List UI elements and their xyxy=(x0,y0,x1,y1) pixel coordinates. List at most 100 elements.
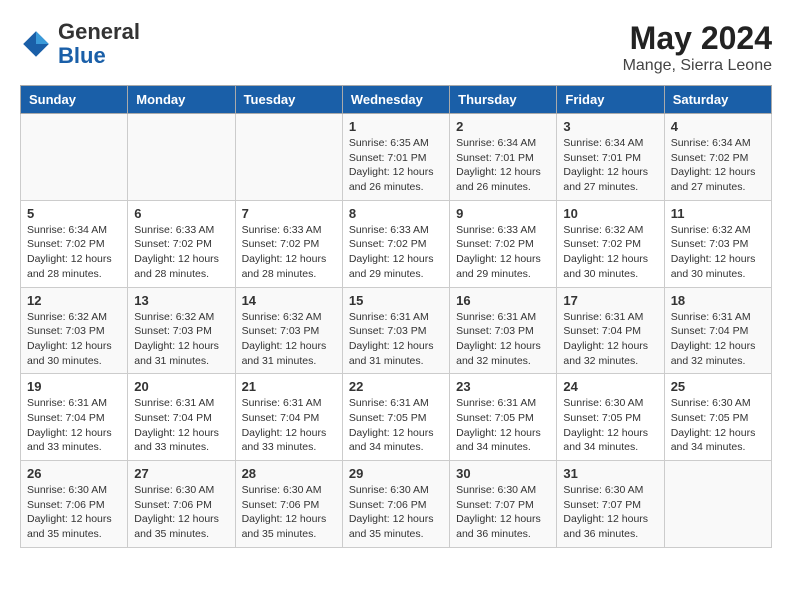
calendar-week-row: 5 Sunrise: 6:34 AM Sunset: 7:02 PM Daylig… xyxy=(21,200,772,287)
day-info: Sunrise: 6:32 AM Sunset: 7:03 PM Dayligh… xyxy=(134,310,228,369)
day-number: 3 xyxy=(563,119,657,134)
day-info: Sunrise: 6:33 AM Sunset: 7:02 PM Dayligh… xyxy=(349,223,443,282)
day-number: 23 xyxy=(456,379,550,394)
day-number: 27 xyxy=(134,466,228,481)
day-info: Sunrise: 6:34 AM Sunset: 7:02 PM Dayligh… xyxy=(671,136,765,195)
month-year: May 2024 xyxy=(623,20,772,57)
day-of-week-header: Wednesday xyxy=(342,86,449,114)
day-number: 1 xyxy=(349,119,443,134)
day-number: 24 xyxy=(563,379,657,394)
day-number: 6 xyxy=(134,206,228,221)
calendar-cell: 23Sunrise: 6:31 AM Sunset: 7:05 PM Dayli… xyxy=(450,374,557,461)
day-number: 21 xyxy=(242,379,336,394)
day-number: 11 xyxy=(671,206,765,221)
calendar-cell: 13 Sunrise: 6:32 AM Sunset: 7:03 PM Dayli… xyxy=(128,287,235,374)
calendar-cell: 29Sunrise: 6:30 AM Sunset: 7:06 PM Dayli… xyxy=(342,461,449,548)
calendar-cell: 19 Sunrise: 6:31 AM Sunset: 7:04 PM Dayli… xyxy=(21,374,128,461)
calendar-week-row: 1Sunrise: 6:35 AM Sunset: 7:01 PM Daylig… xyxy=(21,114,772,201)
day-number: 9 xyxy=(456,206,550,221)
day-number: 31 xyxy=(563,466,657,481)
day-info: Sunrise: 6:30 AM Sunset: 7:06 PM Dayligh… xyxy=(242,483,336,542)
calendar-body: 1Sunrise: 6:35 AM Sunset: 7:01 PM Daylig… xyxy=(21,114,772,548)
day-number: 22 xyxy=(349,379,443,394)
calendar-cell: 18Sunrise: 6:31 AM Sunset: 7:04 PM Dayli… xyxy=(664,287,771,374)
day-of-week-header: Monday xyxy=(128,86,235,114)
calendar-cell: 16Sunrise: 6:31 AM Sunset: 7:03 PM Dayli… xyxy=(450,287,557,374)
day-number: 5 xyxy=(27,206,121,221)
day-info: Sunrise: 6:31 AM Sunset: 7:03 PM Dayligh… xyxy=(349,310,443,369)
day-info: Sunrise: 6:32 AM Sunset: 7:03 PM Dayligh… xyxy=(27,310,121,369)
logo-icon xyxy=(20,28,52,60)
page-header: General Blue May 2024 Mange, Sierra Leon… xyxy=(20,20,772,75)
day-of-week-header: Sunday xyxy=(21,86,128,114)
calendar-cell: 31 Sunrise: 6:30 AM Sunset: 7:07 PM Dayli… xyxy=(557,461,664,548)
day-number: 4 xyxy=(671,119,765,134)
day-info: Sunrise: 6:30 AM Sunset: 7:05 PM Dayligh… xyxy=(671,396,765,455)
calendar-cell: 1Sunrise: 6:35 AM Sunset: 7:01 PM Daylig… xyxy=(342,114,449,201)
calendar-cell: 4 Sunrise: 6:34 AM Sunset: 7:02 PM Daylig… xyxy=(664,114,771,201)
calendar-cell: 10Sunrise: 6:32 AM Sunset: 7:02 PM Dayli… xyxy=(557,200,664,287)
day-info: Sunrise: 6:31 AM Sunset: 7:04 PM Dayligh… xyxy=(242,396,336,455)
calendar-table: SundayMondayTuesdayWednesdayThursdayFrid… xyxy=(20,85,772,548)
day-number: 30 xyxy=(456,466,550,481)
day-info: Sunrise: 6:31 AM Sunset: 7:04 PM Dayligh… xyxy=(27,396,121,455)
calendar-cell xyxy=(128,114,235,201)
day-of-week-header: Thursday xyxy=(450,86,557,114)
day-number: 18 xyxy=(671,293,765,308)
calendar-cell: 14 Sunrise: 6:32 AM Sunset: 7:03 PM Dayli… xyxy=(235,287,342,374)
title-block: May 2024 Mange, Sierra Leone xyxy=(623,20,772,75)
day-number: 2 xyxy=(456,119,550,134)
day-number: 12 xyxy=(27,293,121,308)
day-number: 14 xyxy=(242,293,336,308)
calendar-cell: 2 Sunrise: 6:34 AM Sunset: 7:01 PM Daylig… xyxy=(450,114,557,201)
logo-text: General Blue xyxy=(58,20,140,68)
day-info: Sunrise: 6:31 AM Sunset: 7:03 PM Dayligh… xyxy=(456,310,550,369)
day-number: 20 xyxy=(134,379,228,394)
day-number: 29 xyxy=(349,466,443,481)
calendar-cell: 30 Sunrise: 6:30 AM Sunset: 7:07 PM Dayli… xyxy=(450,461,557,548)
day-number: 25 xyxy=(671,379,765,394)
day-number: 28 xyxy=(242,466,336,481)
day-info: Sunrise: 6:34 AM Sunset: 7:01 PM Dayligh… xyxy=(456,136,550,195)
day-number: 15 xyxy=(349,293,443,308)
day-info: Sunrise: 6:33 AM Sunset: 7:02 PM Dayligh… xyxy=(242,223,336,282)
calendar-cell: 8Sunrise: 6:33 AM Sunset: 7:02 PM Daylig… xyxy=(342,200,449,287)
calendar-cell: 9 Sunrise: 6:33 AM Sunset: 7:02 PM Daylig… xyxy=(450,200,557,287)
day-info: Sunrise: 6:30 AM Sunset: 7:07 PM Dayligh… xyxy=(563,483,657,542)
day-number: 17 xyxy=(563,293,657,308)
day-of-week-header: Tuesday xyxy=(235,86,342,114)
day-info: Sunrise: 6:31 AM Sunset: 7:04 PM Dayligh… xyxy=(563,310,657,369)
day-info: Sunrise: 6:34 AM Sunset: 7:02 PM Dayligh… xyxy=(27,223,121,282)
day-number: 7 xyxy=(242,206,336,221)
calendar-cell: 3Sunrise: 6:34 AM Sunset: 7:01 PM Daylig… xyxy=(557,114,664,201)
calendar-cell: 15 Sunrise: 6:31 AM Sunset: 7:03 PM Dayli… xyxy=(342,287,449,374)
day-info: Sunrise: 6:30 AM Sunset: 7:06 PM Dayligh… xyxy=(27,483,121,542)
calendar-cell: 25 Sunrise: 6:30 AM Sunset: 7:05 PM Dayli… xyxy=(664,374,771,461)
calendar-cell: 12 Sunrise: 6:32 AM Sunset: 7:03 PM Dayli… xyxy=(21,287,128,374)
calendar-week-row: 19 Sunrise: 6:31 AM Sunset: 7:04 PM Dayli… xyxy=(21,374,772,461)
day-number: 13 xyxy=(134,293,228,308)
calendar-cell: 17 Sunrise: 6:31 AM Sunset: 7:04 PM Dayli… xyxy=(557,287,664,374)
calendar-cell: 7 Sunrise: 6:33 AM Sunset: 7:02 PM Daylig… xyxy=(235,200,342,287)
day-info: Sunrise: 6:31 AM Sunset: 7:04 PM Dayligh… xyxy=(134,396,228,455)
day-number: 26 xyxy=(27,466,121,481)
day-info: Sunrise: 6:32 AM Sunset: 7:03 PM Dayligh… xyxy=(242,310,336,369)
day-info: Sunrise: 6:30 AM Sunset: 7:05 PM Dayligh… xyxy=(563,396,657,455)
day-number: 19 xyxy=(27,379,121,394)
calendar-cell: 28 Sunrise: 6:30 AM Sunset: 7:06 PM Dayli… xyxy=(235,461,342,548)
day-of-week-header: Friday xyxy=(557,86,664,114)
day-info: Sunrise: 6:33 AM Sunset: 7:02 PM Dayligh… xyxy=(134,223,228,282)
calendar-cell: 20 Sunrise: 6:31 AM Sunset: 7:04 PM Dayli… xyxy=(128,374,235,461)
calendar-cell: 6 Sunrise: 6:33 AM Sunset: 7:02 PM Daylig… xyxy=(128,200,235,287)
calendar-cell: 27Sunrise: 6:30 AM Sunset: 7:06 PM Dayli… xyxy=(128,461,235,548)
calendar-cell: 22 Sunrise: 6:31 AM Sunset: 7:05 PM Dayli… xyxy=(342,374,449,461)
day-info: Sunrise: 6:32 AM Sunset: 7:02 PM Dayligh… xyxy=(563,223,657,282)
calendar-week-row: 26 Sunrise: 6:30 AM Sunset: 7:06 PM Dayli… xyxy=(21,461,772,548)
calendar-cell: 11Sunrise: 6:32 AM Sunset: 7:03 PM Dayli… xyxy=(664,200,771,287)
calendar-cell xyxy=(235,114,342,201)
day-info: Sunrise: 6:31 AM Sunset: 7:05 PM Dayligh… xyxy=(349,396,443,455)
day-info: Sunrise: 6:30 AM Sunset: 7:07 PM Dayligh… xyxy=(456,483,550,542)
day-info: Sunrise: 6:33 AM Sunset: 7:02 PM Dayligh… xyxy=(456,223,550,282)
calendar-cell: 5 Sunrise: 6:34 AM Sunset: 7:02 PM Daylig… xyxy=(21,200,128,287)
calendar-cell xyxy=(21,114,128,201)
